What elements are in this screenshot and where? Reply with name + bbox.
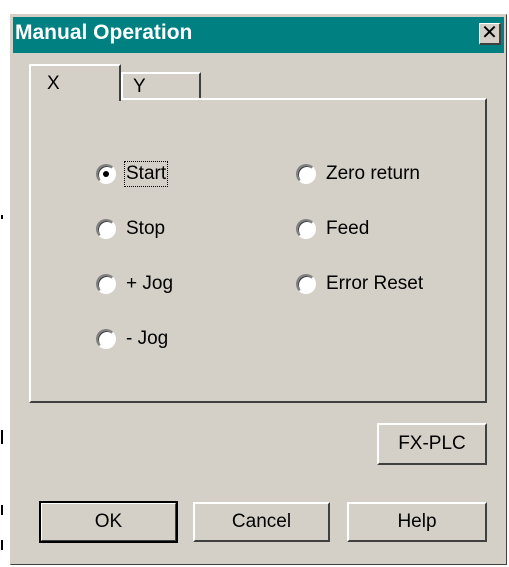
radio-stop-label: Stop xyxy=(126,218,166,239)
radio-zero-return-label: Zero return xyxy=(326,163,420,184)
title-bar[interactable]: Manual Operation ✕ xyxy=(13,17,504,53)
radio-plus-jog-label: + Jog xyxy=(126,273,174,294)
radio-minus-jog-label: - Jog xyxy=(126,328,169,349)
cancel-button-label: Cancel xyxy=(231,511,292,532)
help-button[interactable]: Help xyxy=(347,502,487,542)
ok-button-label: OK xyxy=(94,511,123,532)
help-button-label: Help xyxy=(397,511,437,532)
cancel-button[interactable]: Cancel xyxy=(193,502,330,542)
fx-plc-button-label: FX-PLC xyxy=(398,433,466,454)
close-icon: ✕ xyxy=(481,22,498,44)
radio-feed-label: Feed xyxy=(326,218,370,239)
radio-circle[interactable] xyxy=(296,274,316,294)
radio-circle[interactable] xyxy=(96,164,116,184)
radio-zero-return[interactable]: Zero return xyxy=(296,161,420,187)
tab-x-label: X xyxy=(47,73,60,94)
window-title: Manual Operation xyxy=(15,21,193,44)
close-button[interactable]: ✕ xyxy=(479,23,501,45)
radio-plus-jog[interactable]: + Jog xyxy=(96,271,173,297)
tab-panel-x xyxy=(29,98,487,403)
tab-x[interactable]: X xyxy=(29,64,121,101)
tab-y[interactable]: Y xyxy=(121,72,201,100)
ok-button[interactable]: OK xyxy=(39,501,178,543)
radio-circle[interactable] xyxy=(296,164,316,184)
radio-circle[interactable] xyxy=(96,219,116,239)
radio-start[interactable]: Start xyxy=(96,161,169,187)
fx-plc-button[interactable]: FX-PLC xyxy=(377,423,487,465)
radio-error-reset-label: Error Reset xyxy=(326,273,424,294)
tab-y-label: Y xyxy=(133,76,146,97)
radio-circle[interactable] xyxy=(96,329,116,349)
radio-error-reset[interactable]: Error Reset xyxy=(296,271,423,297)
radio-feed[interactable]: Feed xyxy=(296,216,369,242)
radio-stop[interactable]: Stop xyxy=(96,216,165,242)
radio-circle[interactable] xyxy=(96,274,116,294)
radio-circle[interactable] xyxy=(296,219,316,239)
radio-minus-jog[interactable]: - Jog xyxy=(96,326,168,352)
radio-start-label: Start xyxy=(123,161,169,187)
